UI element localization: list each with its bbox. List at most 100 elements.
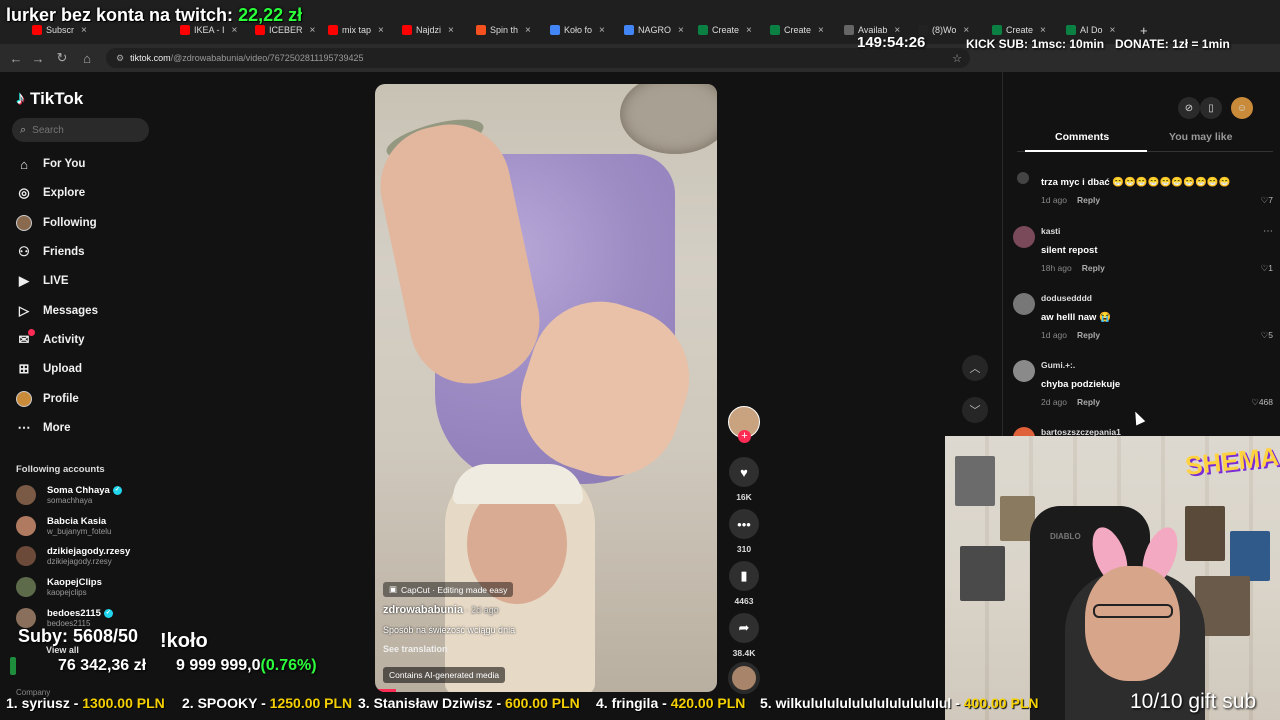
sidebar-item-friends[interactable]: ⚇ Friends	[16, 242, 84, 262]
share-action[interactable]: ➦ 38.4K	[727, 613, 761, 658]
tiktok-logo[interactable]: ♪ TikTok	[16, 88, 83, 109]
sidebar-item-for-you[interactable]: ⌂ For You	[16, 154, 85, 174]
avatar[interactable]	[1013, 293, 1035, 315]
tab-close-icon[interactable]: ×	[81, 25, 87, 36]
following-account[interactable]: Babcia Kasia w_bujanym_fotelu	[16, 513, 111, 539]
comment-username[interactable]: dodusedddd	[1041, 293, 1092, 303]
site-info-icon[interactable]: ⚙	[116, 53, 124, 64]
comment-bubble-icon[interactable]: •••	[729, 509, 759, 539]
browser-tab[interactable]: Create ×	[770, 23, 838, 37]
lurker-amount: 22,22 zł	[238, 5, 303, 25]
tab-close-icon[interactable]: ×	[963, 25, 969, 36]
activity-badge	[28, 329, 35, 336]
save-action[interactable]: ▮ 4463	[727, 561, 761, 606]
tab-comments[interactable]: Comments	[1055, 131, 1109, 143]
comment-meta: 1d ago Reply	[1041, 330, 1100, 340]
browser-tab[interactable]: (8)Wo ×	[918, 23, 986, 37]
music-disc-avatar[interactable]	[728, 662, 760, 694]
comment-like-count: 5	[1268, 330, 1273, 340]
following-account[interactable]: Soma Chhaya ✓ somachhaya	[16, 482, 122, 508]
comment-like[interactable]: ♡7	[1261, 195, 1273, 206]
device-icon[interactable]: ▯	[1200, 97, 1222, 119]
tab-label: Create	[1006, 25, 1034, 35]
comment-like[interactable]: ♡1	[1261, 263, 1273, 274]
browser-tab[interactable]: Koło fo ×	[550, 23, 618, 37]
forward-icon[interactable]: →	[26, 51, 50, 66]
following-account[interactable]: dzikiejagody.rzesy dzikiejagody.rzesy	[16, 543, 130, 569]
tab-close-icon[interactable]: ×	[818, 25, 824, 36]
heart-icon[interactable]: ♥	[729, 457, 759, 487]
more-icon: ⋯	[17, 420, 31, 435]
home-icon[interactable]: ⌂	[75, 51, 99, 66]
reply-button[interactable]: Reply	[1077, 397, 1100, 407]
sidebar-item-explore[interactable]: ◎ Explore	[16, 183, 85, 203]
avatar[interactable]	[1017, 172, 1029, 184]
url-field[interactable]: ⚙ tiktok.com/@zdrowababunia/video/767250…	[106, 48, 970, 68]
compass-icon[interactable]: ⊘	[1178, 97, 1200, 119]
capcut-label[interactable]: ▣ CapCut · Editing made easy	[383, 582, 514, 597]
tab-close-icon[interactable]: ×	[378, 25, 384, 36]
next-video-arrow-icon[interactable]: ﹀	[962, 397, 988, 423]
bookmark-icon[interactable]: ▮	[729, 561, 759, 591]
new-tab-button[interactable]: +	[1140, 23, 1148, 37]
comment-like[interactable]: ♡5	[1261, 330, 1273, 341]
comment-like-count: 1	[1268, 263, 1273, 273]
browser-tab[interactable]: Najdzi ×	[402, 23, 470, 37]
ticker-name: 3. Stanisław Dziwisz -	[358, 695, 506, 711]
sidebar-item-following[interactable]: Following	[16, 213, 97, 233]
profile-avatar-icon[interactable]: ☺	[1231, 97, 1253, 119]
more-options-icon[interactable]: ⋯	[1263, 226, 1273, 237]
reply-button[interactable]: Reply	[1077, 330, 1100, 340]
sidebar-item-messages[interactable]: ▷ Messages	[16, 301, 98, 321]
browser-tab[interactable]: Create ×	[992, 23, 1060, 37]
poster-shape	[960, 546, 1005, 601]
avatar[interactable]	[1013, 226, 1035, 248]
tab-close-icon[interactable]: ×	[310, 25, 316, 36]
video-author[interactable]: zdrowababunia · 2d ago	[383, 604, 499, 616]
tab-close-icon[interactable]: ×	[525, 25, 531, 36]
comment-username[interactable]: Gumi.+:.	[1041, 360, 1075, 370]
reply-button[interactable]: Reply	[1082, 263, 1105, 273]
browser-tab[interactable]: mix tap ×	[328, 23, 396, 37]
reload-icon[interactable]: ↻	[50, 50, 74, 66]
sidebar-item-profile[interactable]: Profile	[16, 389, 79, 409]
tab-close-icon[interactable]: ×	[448, 25, 454, 36]
video-player[interactable]: ▣ CapCut · Editing made easy zdrowababun…	[375, 84, 717, 692]
search-box[interactable]: ⌕	[12, 118, 149, 142]
back-icon[interactable]: ←	[4, 51, 28, 66]
avatar[interactable]	[1013, 360, 1035, 382]
follow-plus-icon[interactable]: +	[738, 430, 751, 443]
tab-close-icon[interactable]: ×	[232, 25, 238, 36]
search-input[interactable]	[32, 124, 133, 136]
tab-you-may-like[interactable]: You may like	[1169, 131, 1232, 143]
comment-username[interactable]: kasti	[1041, 226, 1060, 236]
sidebar-item-more[interactable]: ⋯ More	[16, 418, 71, 438]
browser-tab[interactable]: NAGRO ×	[624, 23, 692, 37]
browser-tab[interactable]: Create ×	[698, 23, 766, 37]
tab-close-icon[interactable]: ×	[1040, 25, 1046, 36]
comment-action[interactable]: ••• 310	[727, 509, 761, 554]
ticker-amount: 420.00 PLN	[670, 695, 746, 711]
previous-video-arrow-icon[interactable]: ︿	[962, 355, 988, 381]
tab-label: AI Do	[1080, 25, 1103, 35]
tab-close-icon[interactable]: ×	[746, 25, 752, 36]
share-arrow-icon[interactable]: ➦	[729, 613, 759, 643]
ticker-item: 3. Stanisław Dziwisz - 600.00 PLN	[358, 695, 580, 711]
like-action[interactable]: ♥ 16K	[727, 457, 761, 502]
reply-button[interactable]: Reply	[1077, 195, 1100, 205]
browser-tab[interactable]: Spin th ×	[476, 23, 544, 37]
following-account[interactable]: KaopejClips kaopejclips	[16, 574, 102, 600]
sidebar-item-upload[interactable]: ⊞ Upload	[16, 359, 82, 379]
tab-close-icon[interactable]: ×	[678, 25, 684, 36]
sidebar-item-live[interactable]: ▶ LIVE	[16, 271, 69, 291]
ticker-item: 5. wilkulululululululululululul - 400.00…	[760, 695, 1038, 711]
bookmark-star-icon[interactable]: ☆	[952, 52, 962, 65]
comment-like[interactable]: ♡468	[1251, 397, 1273, 408]
comment-like-count: 7	[1268, 195, 1273, 205]
sidebar-item-activity[interactable]: ✉ Activity	[16, 329, 85, 350]
tab-close-icon[interactable]: ×	[1110, 25, 1116, 36]
verified-badge-icon: ✓	[112, 486, 122, 495]
tab-close-icon[interactable]: ×	[599, 25, 605, 36]
browser-tab[interactable]: AI Do ×	[1066, 23, 1134, 37]
see-translation-link[interactable]: See translation	[383, 644, 448, 654]
